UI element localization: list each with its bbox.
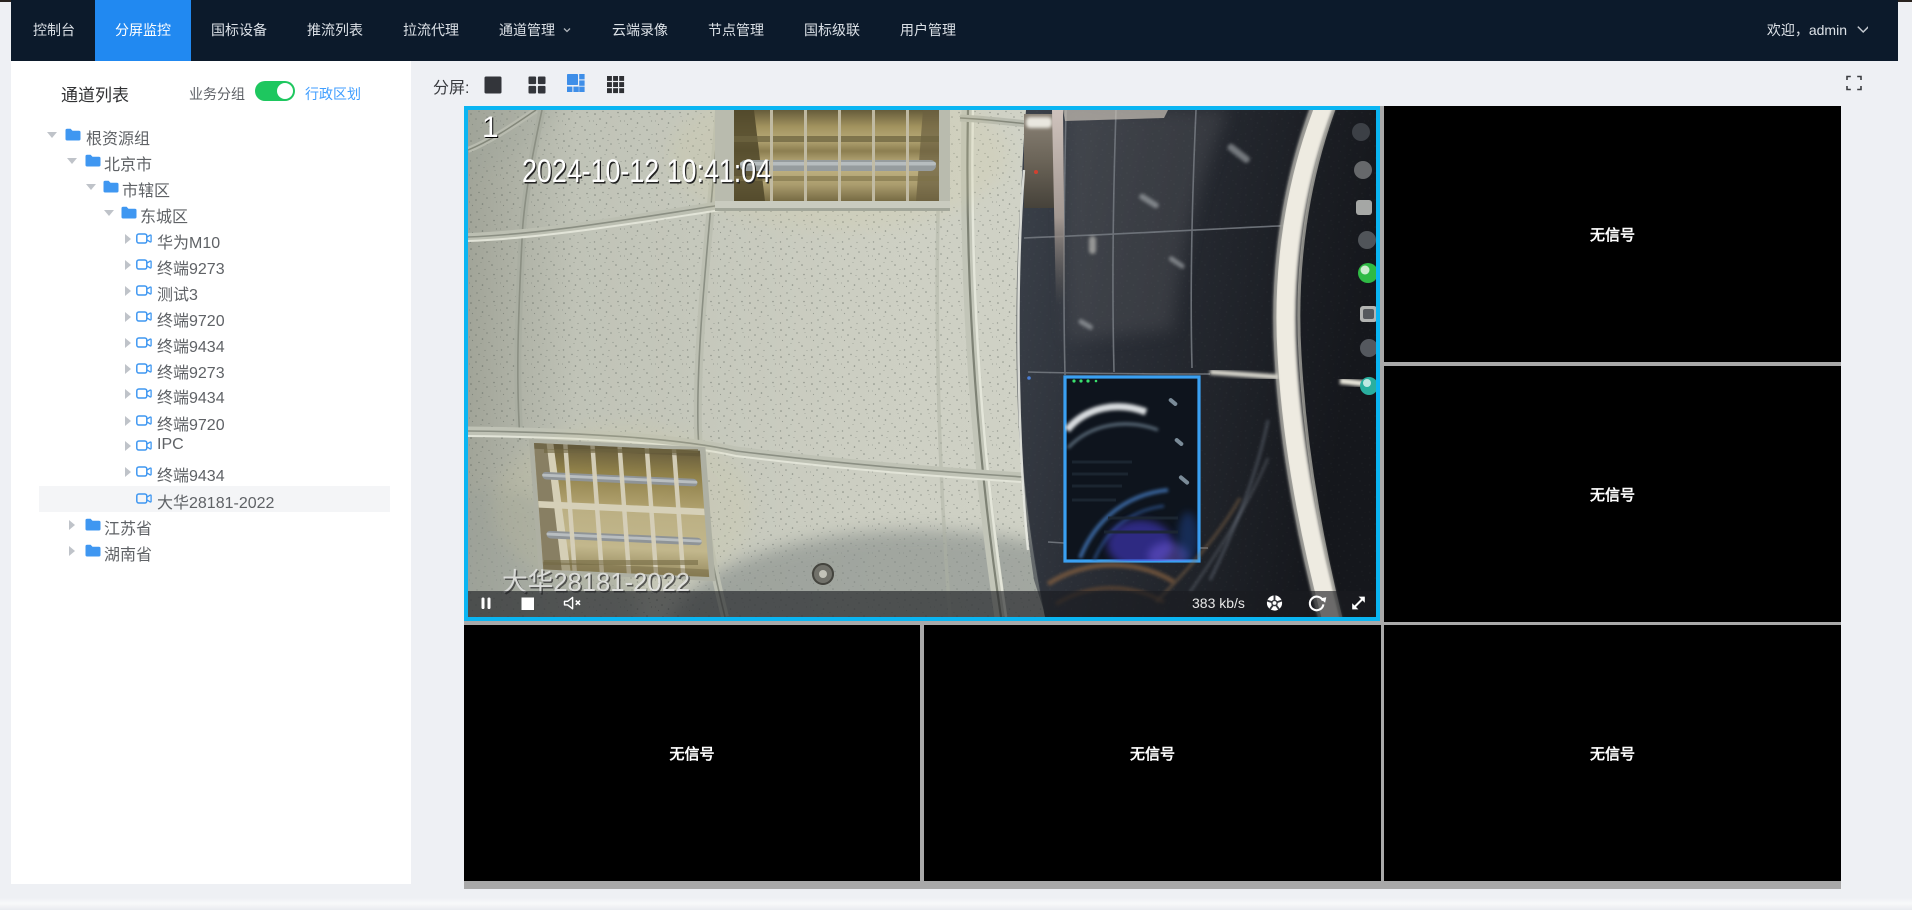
svg-text:1: 1 xyxy=(482,111,499,144)
svg-text:2024-10-12 10:41:04: 2024-10-12 10:41:04 xyxy=(522,153,771,189)
svg-text:383 kb/s: 383 kb/s xyxy=(1192,595,1245,611)
